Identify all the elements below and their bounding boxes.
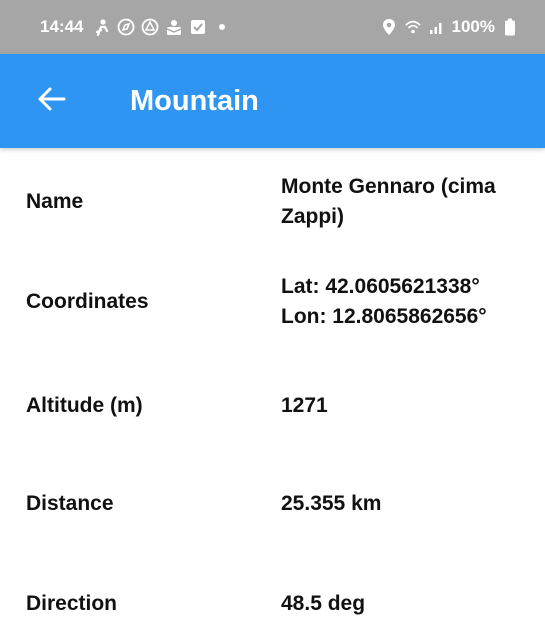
- app-bar: Mountain: [0, 54, 545, 148]
- altitude-value: 1271: [281, 394, 328, 417]
- name-value: Monte Gennaro (cima Zappi): [281, 175, 496, 228]
- battery-percent: 100%: [451, 17, 495, 36]
- status-bar: 14:44 100%: [0, 0, 545, 54]
- direction-value: 48.5 deg: [281, 592, 366, 615]
- compass-icon: [117, 18, 135, 36]
- person-icon: [93, 18, 111, 36]
- location-pin-icon: [380, 18, 398, 36]
- distance-value: 25.355 km: [281, 492, 382, 515]
- arrow-left-icon: [37, 86, 67, 117]
- coordinates-label: Coordinates: [26, 290, 149, 313]
- detail-row-name: Name Monte Gennaro (cima Zappi): [0, 170, 545, 234]
- altitude-label: Altitude (m): [26, 394, 143, 417]
- distance-label: Distance: [26, 492, 114, 515]
- status-time: 14:44: [40, 17, 84, 36]
- direction-label: Direction: [26, 592, 118, 615]
- latitude-value: Lat: 42.0605621338°: [281, 275, 480, 298]
- battery-icon: [501, 18, 519, 36]
- status-left: 14:44: [40, 0, 231, 54]
- drive-icon: [141, 18, 159, 36]
- detail-row-coordinates: Coordinates Lat: 42.0605621338° Lon: 12.…: [0, 270, 545, 334]
- inbox-icon: [165, 18, 183, 36]
- detail-row-distance: Distance 25.355 km: [0, 484, 545, 524]
- back-button[interactable]: [30, 79, 74, 123]
- longitude-value: Lon: 12.8065862656°: [281, 305, 487, 328]
- signal-icon: [428, 18, 446, 36]
- coordinates-value: Lat: 42.0605621338° Lon: 12.8065862656°: [281, 272, 541, 332]
- wifi-icon: [404, 18, 422, 36]
- status-right: 100%: [380, 0, 519, 54]
- page-title: Mountain: [130, 84, 259, 117]
- dot-icon: [213, 18, 231, 36]
- detail-row-altitude: Altitude (m) 1271: [0, 386, 545, 426]
- name-label: Name: [26, 190, 84, 213]
- detail-row-direction: Direction 48.5 deg: [0, 584, 545, 624]
- checkbox-icon: [189, 18, 207, 36]
